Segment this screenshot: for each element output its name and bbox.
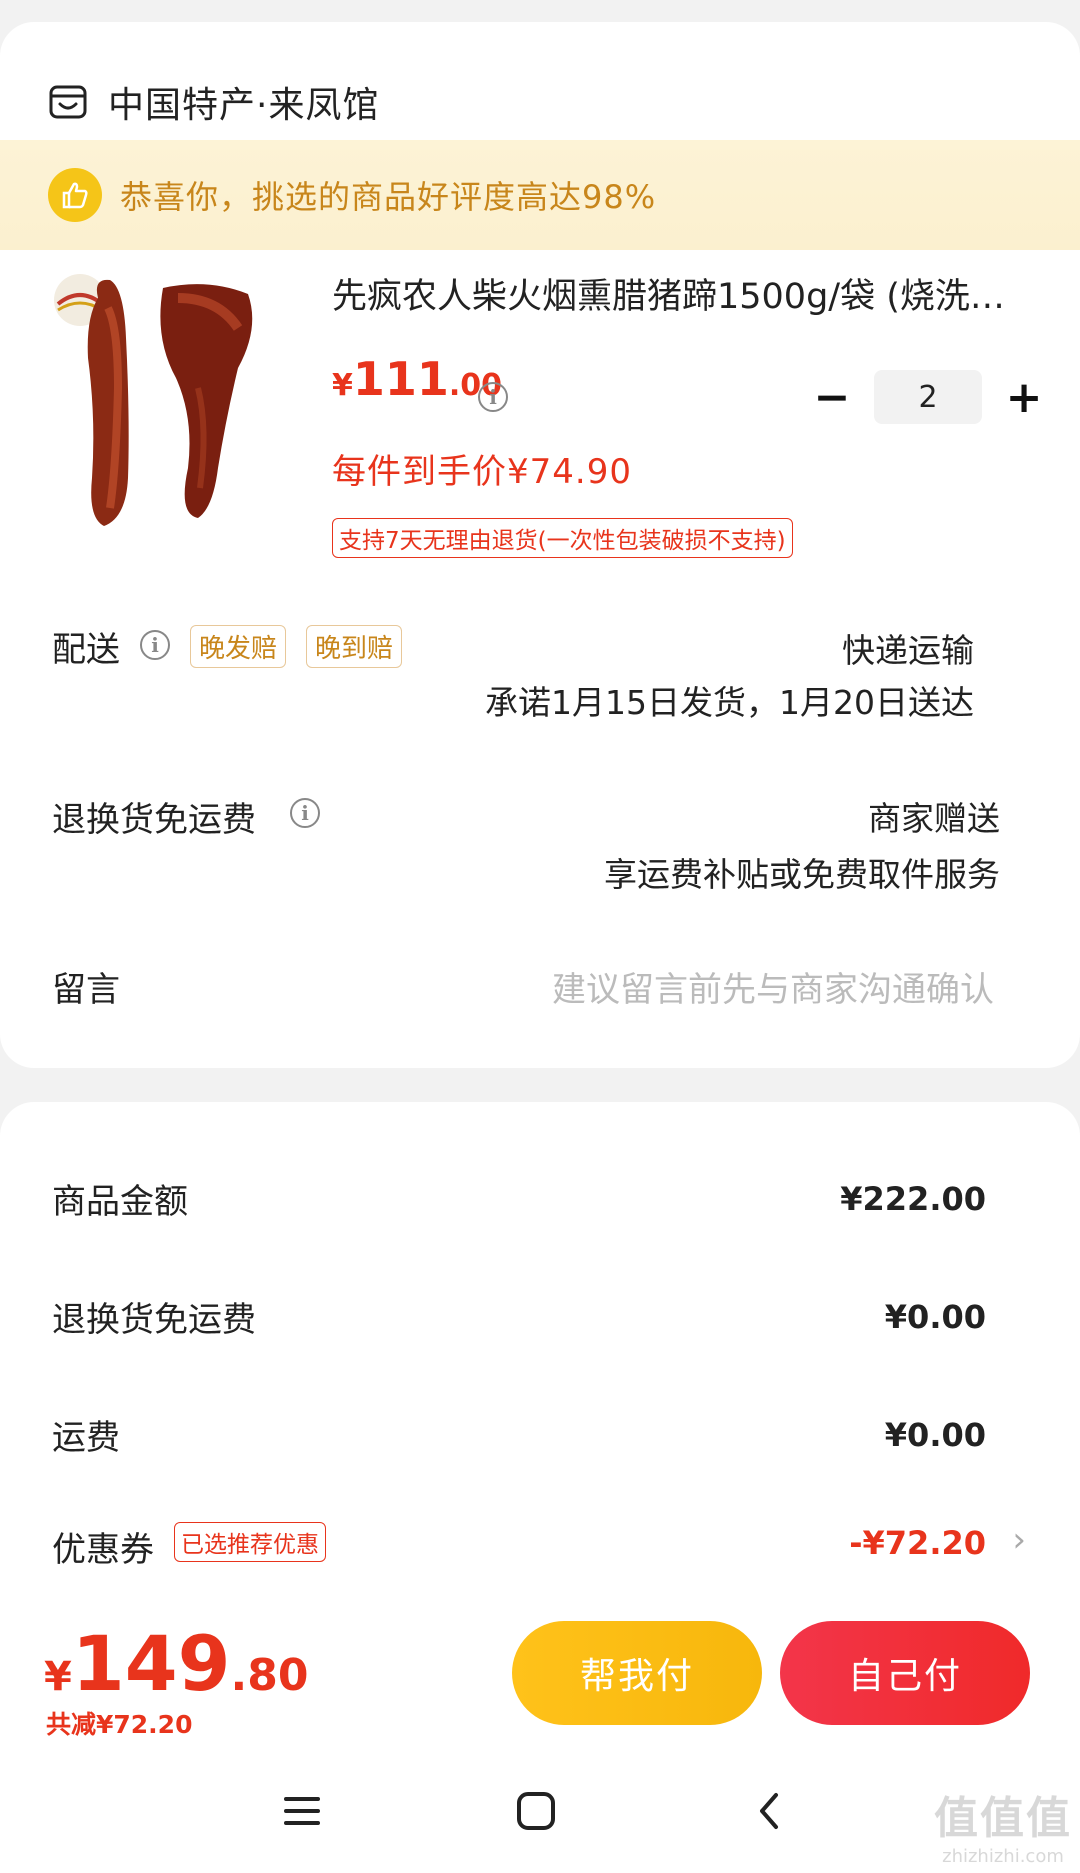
product-price: ¥ 111 .00 xyxy=(332,352,502,406)
coupon-value[interactable]: -¥72.20 xyxy=(849,1524,986,1562)
total-integer: 149 xyxy=(71,1619,231,1708)
self-pay-button[interactable]: 自己付 xyxy=(780,1621,1030,1725)
quantity-input[interactable]: 2 xyxy=(874,370,982,424)
message-input[interactable]: 建议留言前先与商家沟通确认 xyxy=(552,962,994,1011)
return-shipping-info-icon[interactable]: i xyxy=(290,798,320,828)
late-arrival-tag: 晚到赔 xyxy=(306,625,403,668)
quantity-stepper: − 2 + xyxy=(812,370,1044,424)
increase-quantity-button[interactable]: + xyxy=(1004,372,1044,423)
decrease-quantity-button[interactable]: − xyxy=(812,372,852,423)
product-image[interactable] xyxy=(48,268,280,558)
back-icon[interactable] xyxy=(740,1781,800,1841)
delivery-promise: 承诺1月15日发货，1月20日送达 xyxy=(485,683,974,722)
price-info-icon[interactable]: i xyxy=(478,382,508,412)
recent-apps-icon[interactable] xyxy=(272,1781,332,1841)
checkout-bar: ¥ 149 .80 共减¥72.20 帮我付 自己付 xyxy=(0,1605,1080,1745)
watermark-logo: 值值值 xyxy=(934,1793,1072,1844)
delivery-info-icon[interactable]: i xyxy=(140,630,170,660)
store-name: 中国特产·来凤馆 xyxy=(108,85,380,126)
total-decimal: .80 xyxy=(230,1650,309,1701)
shipping-fee-value: ¥0.00 xyxy=(884,1416,986,1454)
shipping-fee-label: 运费 xyxy=(52,1418,120,1458)
unit-price: 每件到手价¥74.90 xyxy=(332,452,632,492)
store-icon xyxy=(49,85,87,119)
return-shipping-label: 退换货免运费 xyxy=(52,800,256,840)
congrats-banner: 恭喜你，挑选的商品好评度高达98% xyxy=(0,140,1080,250)
thumbs-up-icon xyxy=(48,168,102,222)
price-integer: 111 xyxy=(352,352,449,406)
coupon-label: 优惠券 xyxy=(52,1530,154,1570)
goods-amount-label: 商品金额 xyxy=(52,1182,188,1222)
late-ship-tag: 晚发赔 xyxy=(190,625,287,668)
watermark: 值值值 zhizhizhi.com xyxy=(934,1782,1072,1867)
return-policy-tag: 支持7天无理由退货(一次性包装破损不支持) xyxy=(332,518,793,558)
return-shipping-value: 商家赠送 xyxy=(868,799,1000,838)
product-title[interactable]: 先疯农人柴火烟熏腊猪蹄1500g/袋 (烧洗… xyxy=(332,268,1032,319)
message-label: 留言 xyxy=(52,970,120,1010)
return-shipping-desc: 享运费补贴或免费取件服务 xyxy=(604,855,1000,894)
chevron-right-icon[interactable]: › xyxy=(1012,1520,1026,1560)
return-fee-label: 退换货免运费 xyxy=(52,1300,256,1340)
home-icon[interactable] xyxy=(506,1781,566,1841)
delivery-method[interactable]: 快递运输 xyxy=(842,624,974,672)
return-fee-value: ¥0.00 xyxy=(884,1298,986,1336)
delivery-label: 配送 xyxy=(52,630,120,670)
help-pay-button[interactable]: 帮我付 xyxy=(512,1621,762,1725)
congrats-text: 恭喜你，挑选的商品好评度高达98% xyxy=(120,178,657,216)
price-symbol: ¥ xyxy=(332,368,353,403)
goods-amount-value: ¥222.00 xyxy=(840,1180,986,1218)
total-saved: 共减¥72.20 xyxy=(46,1710,193,1739)
watermark-url: zhizhizhi.com xyxy=(942,1846,1064,1867)
coupon-tag: 已选推荐优惠 xyxy=(174,1522,326,1562)
system-nav-bar xyxy=(0,1745,1080,1873)
total-price: ¥ 149 .80 xyxy=(44,1619,308,1708)
store-row[interactable]: 中国特产·来凤馆 xyxy=(48,62,379,142)
total-symbol: ¥ xyxy=(44,1654,72,1700)
